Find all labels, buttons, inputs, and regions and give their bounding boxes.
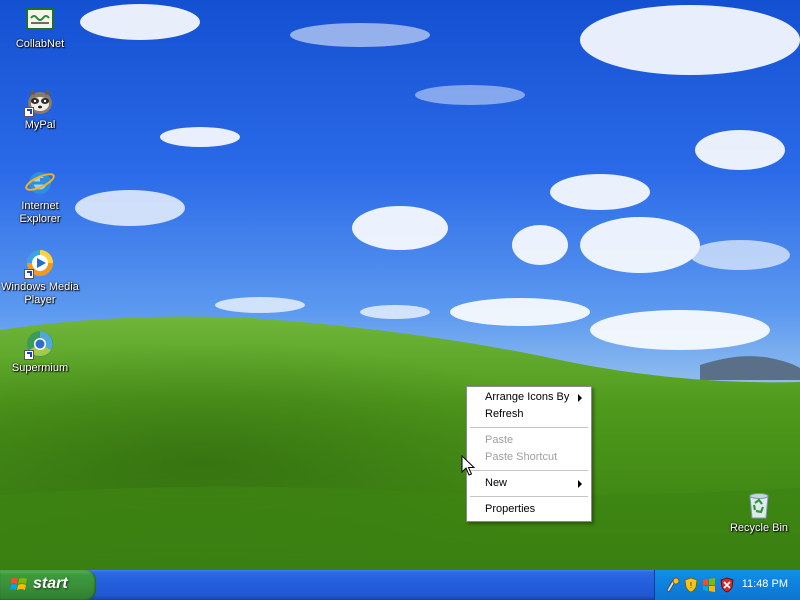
desktop-icon-internet-explorer[interactable]: Internet Explorer [0, 166, 80, 226]
internet-explorer-icon [24, 166, 56, 198]
menu-item-new[interactable]: New [469, 475, 589, 492]
windows-media-player-icon [24, 247, 56, 279]
svg-text:!: ! [689, 581, 692, 590]
desktop-icon-label: Windows Media Player [1, 281, 79, 306]
start-button[interactable]: start [0, 570, 96, 600]
shortcut-arrow-icon [24, 269, 34, 279]
menu-separator [470, 496, 588, 497]
collabnet-icon [24, 4, 56, 36]
windows-logo-icon [10, 578, 27, 590]
desktop-wallpaper [0, 0, 800, 570]
desktop-icon-label: CollabNet [15, 38, 65, 50]
menu-item-paste-shortcut[interactable]: Paste Shortcut [469, 449, 589, 466]
mypal-icon [24, 85, 56, 117]
menu-item-label: New [485, 477, 508, 489]
desktop-icon-label: Recycle Bin [729, 522, 789, 534]
menu-separator [470, 427, 588, 428]
menu-item-label: Paste Shortcut [485, 451, 558, 463]
desktop-icon-mypal[interactable]: MyPal [0, 85, 80, 132]
desktop[interactable]: CollabNet MyPal Internet Explorer Window… [0, 0, 800, 570]
desktop-icon-recycle-bin[interactable]: Recycle Bin [719, 488, 799, 535]
submenu-arrow-icon [578, 480, 582, 488]
desktop-icon-label: Supermium [11, 362, 69, 374]
desktop-icon-label: Internet Explorer [19, 200, 61, 225]
taskbar-clock[interactable]: 11:48 PM [742, 578, 788, 590]
menu-item-label: Refresh [485, 408, 524, 420]
network-tools-icon[interactable] [665, 577, 681, 593]
shortcut-arrow-icon [24, 107, 34, 117]
taskbar: start ! 11:48 PM [0, 570, 800, 600]
submenu-arrow-icon [578, 394, 582, 402]
desktop-context-menu: Arrange Icons By Refresh Paste Paste Sho… [466, 386, 592, 522]
shortcut-arrow-icon [24, 350, 34, 360]
security-shield-icon[interactable]: ! [683, 577, 699, 593]
desktop-icon-label: MyPal [24, 119, 56, 131]
desktop-icon-supermium[interactable]: Supermium [0, 328, 80, 375]
recycle-bin-icon [743, 488, 775, 520]
desktop-icon-collabnet[interactable]: CollabNet [0, 4, 80, 51]
menu-item-arrange-icons-by[interactable]: Arrange Icons By [469, 389, 589, 406]
menu-item-refresh[interactable]: Refresh [469, 406, 589, 423]
desktop-icon-windows-media-player[interactable]: Windows Media Player [0, 247, 80, 307]
antivirus-shield-icon[interactable] [719, 577, 735, 593]
menu-item-label: Paste [485, 434, 514, 446]
system-tray: ! 11:48 PM [654, 570, 800, 600]
mouse-cursor-icon [461, 455, 475, 476]
supermium-icon [24, 328, 56, 360]
menu-item-paste[interactable]: Paste [469, 432, 589, 449]
start-label: start [33, 575, 68, 592]
menu-item-properties[interactable]: Properties [469, 501, 589, 518]
menu-item-label: Properties [485, 503, 536, 515]
menu-separator [470, 470, 588, 471]
windows-update-icon[interactable] [701, 577, 717, 593]
menu-item-label: Arrange Icons By [485, 391, 570, 403]
